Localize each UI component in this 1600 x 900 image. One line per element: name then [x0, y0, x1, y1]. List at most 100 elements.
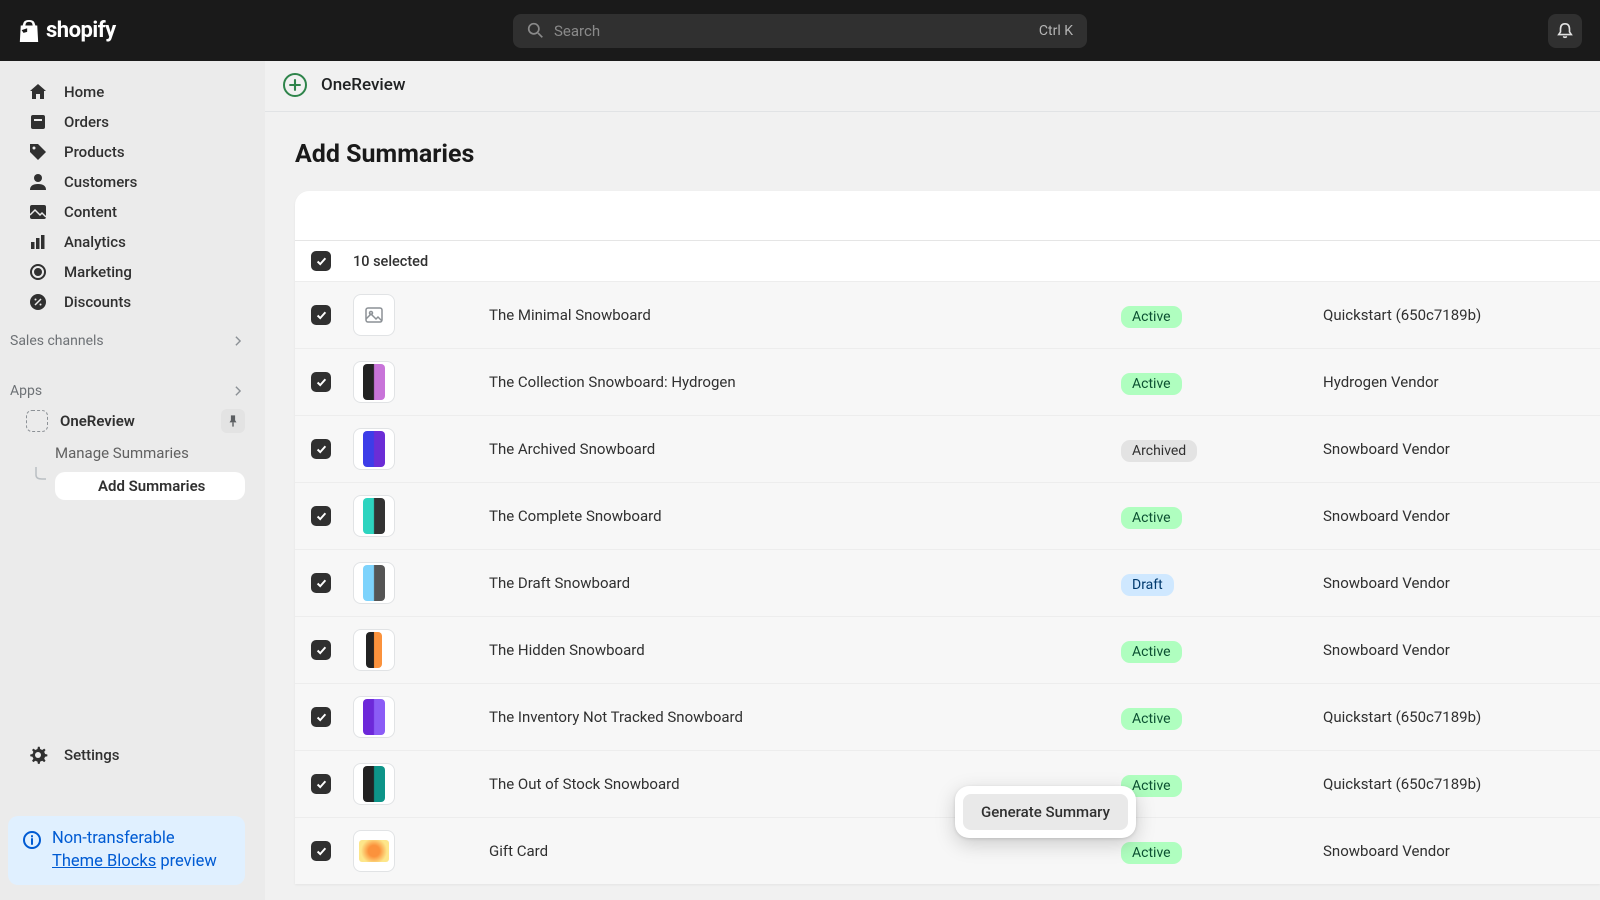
nav-products[interactable]: Products	[0, 137, 265, 167]
selected-count: 10 selected	[353, 253, 428, 270]
nav-discounts[interactable]: Discounts	[0, 287, 265, 317]
select-all-checkbox[interactable]	[311, 251, 331, 271]
search-input[interactable]: Search Ctrl K	[513, 14, 1087, 48]
table-row[interactable]: The Inventory Not Tracked Snowboard Acti…	[295, 683, 1600, 750]
tree-angle-icon	[34, 467, 48, 483]
brand-text: shopify	[46, 18, 116, 43]
nav-content[interactable]: Content	[0, 197, 265, 227]
sidebar-app-onereview[interactable]: OneReview	[0, 403, 265, 439]
callout-banner: Non-transferable Theme Blocks preview	[8, 816, 245, 885]
status-badge: Active	[1121, 306, 1182, 328]
nav-marketing[interactable]: Marketing	[0, 257, 265, 287]
discount-icon	[28, 292, 48, 312]
row-checkbox[interactable]	[311, 774, 331, 794]
products-table: 10 selected The Minimal Snowboard Active…	[295, 191, 1600, 884]
chevron-right-icon	[231, 384, 245, 398]
search-icon	[527, 22, 544, 39]
product-thumb	[353, 495, 395, 537]
table-toolbar	[295, 191, 1600, 241]
vendor-name: Hydrogen Vendor	[1323, 373, 1439, 391]
table-row[interactable]: The Archived Snowboard Archived Snowboar…	[295, 415, 1600, 482]
vendor-name: Quickstart (650c7189b)	[1323, 306, 1481, 324]
product-name: The Minimal Snowboard	[489, 306, 1099, 324]
nav-section-sales[interactable]: Sales channels	[0, 329, 265, 353]
bell-icon	[1556, 22, 1574, 40]
nav-section-apps[interactable]: Apps	[0, 379, 265, 403]
row-checkbox[interactable]	[311, 573, 331, 593]
status-badge: Active	[1121, 842, 1182, 864]
product-name: The Archived Snowboard	[489, 440, 1099, 458]
nav-settings[interactable]: Settings	[0, 740, 265, 770]
vendor-name: Quickstart (650c7189b)	[1323, 708, 1481, 726]
product-name: The Hidden Snowboard	[489, 641, 1099, 659]
row-checkbox[interactable]	[311, 372, 331, 392]
product-thumb	[353, 629, 395, 671]
product-thumb	[353, 830, 395, 872]
table-row[interactable]: The Draft Snowboard Draft Snowboard Vend…	[295, 549, 1600, 616]
info-icon	[22, 830, 42, 850]
chevron-right-icon	[231, 334, 245, 348]
sidebar-sub-add[interactable]: Add Summaries	[55, 472, 245, 500]
table-row[interactable]: The Hidden Snowboard Active Snowboard Ve…	[295, 616, 1600, 683]
table-row[interactable]: The Out of Stock Snowboard Active Quicks…	[295, 750, 1600, 817]
orders-icon	[28, 112, 48, 132]
row-checkbox[interactable]	[311, 707, 331, 727]
nav-analytics[interactable]: Analytics	[0, 227, 265, 257]
product-name: The Inventory Not Tracked Snowboard	[489, 708, 1099, 726]
search-placeholder: Search	[554, 22, 1039, 40]
callout-link[interactable]: Theme Blocks	[52, 852, 156, 871]
top-bar: shopify Search Ctrl K	[0, 0, 1600, 61]
nav-home[interactable]: Home	[0, 77, 265, 107]
table-row[interactable]: The Complete Snowboard Active Snowboard …	[295, 482, 1600, 549]
generate-summary-button[interactable]: Generate Summary	[963, 794, 1128, 830]
product-thumb	[353, 696, 395, 738]
page-title: Add Summaries	[265, 112, 1600, 191]
vendor-name: Snowboard Vendor	[1323, 507, 1450, 525]
app-header: OneReview	[265, 61, 1600, 112]
product-thumb	[353, 428, 395, 470]
product-name: The Collection Snowboard: Hydrogen	[489, 373, 1099, 391]
product-thumb	[353, 763, 395, 805]
status-badge: Active	[1121, 641, 1182, 663]
person-icon	[28, 172, 48, 192]
vendor-name: Snowboard Vendor	[1323, 641, 1450, 659]
status-badge: Active	[1121, 507, 1182, 529]
shopify-bag-icon	[18, 19, 40, 43]
row-checkbox[interactable]	[311, 439, 331, 459]
notifications-button[interactable]	[1548, 14, 1582, 48]
table-row[interactable]: The Minimal Snowboard Active Quickstart …	[295, 281, 1600, 348]
product-name: The Draft Snowboard	[489, 574, 1099, 592]
nav-orders[interactable]: Orders	[0, 107, 265, 137]
row-checkbox[interactable]	[311, 305, 331, 325]
status-badge: Active	[1121, 373, 1182, 395]
row-checkbox[interactable]	[311, 841, 331, 861]
status-badge: Archived	[1121, 440, 1197, 462]
pin-icon	[226, 414, 240, 428]
product-thumb	[353, 361, 395, 403]
callout-text: Non-transferable Theme Blocks preview	[52, 828, 217, 873]
search-shortcut: Ctrl K	[1039, 23, 1073, 39]
vendor-name: Snowboard Vendor	[1323, 574, 1450, 592]
status-badge: Active	[1121, 708, 1182, 730]
product-thumb	[353, 562, 395, 604]
image-icon	[28, 202, 48, 222]
row-checkbox[interactable]	[311, 640, 331, 660]
product-name: Gift Card	[489, 842, 1099, 860]
status-badge: Draft	[1121, 574, 1174, 596]
sidebar-sub-add-wrap: Add Summaries	[0, 467, 265, 505]
app-placeholder-icon	[26, 410, 48, 432]
shopify-logo[interactable]: shopify	[18, 18, 116, 43]
nav-customers[interactable]: Customers	[0, 167, 265, 197]
row-checkbox[interactable]	[311, 506, 331, 526]
gear-icon	[28, 745, 48, 765]
vendor-name: Quickstart (650c7189b)	[1323, 775, 1481, 793]
table-row[interactable]: Gift Card Active Snowboard Vendor	[295, 817, 1600, 884]
vendor-name: Snowboard Vendor	[1323, 440, 1450, 458]
pin-button[interactable]	[221, 409, 245, 433]
select-all-row: 10 selected	[295, 241, 1600, 281]
vendor-name: Snowboard Vendor	[1323, 842, 1450, 860]
sidebar-sub-manage[interactable]: Manage Summaries	[0, 439, 265, 467]
product-thumb-empty	[353, 294, 395, 336]
table-row[interactable]: The Collection Snowboard: Hydrogen Activ…	[295, 348, 1600, 415]
sidebar: Home Orders Products Customers Content A…	[0, 61, 265, 900]
